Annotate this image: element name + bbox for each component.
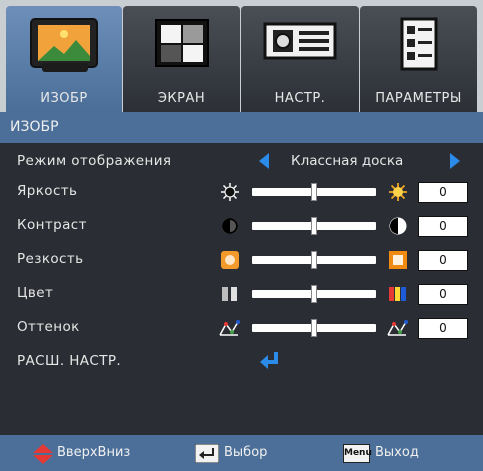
osd-menu: ИЗОБР ЭКРАН НАСТР. ПАРАМЕТРЫ ИЗОБР Режим… (0, 0, 483, 471)
tab-setup[interactable]: НАСТР. (241, 6, 359, 112)
slider-thumb[interactable] (311, 183, 317, 201)
up-down-arrows-icon (33, 444, 53, 468)
sharpness-low-icon (220, 250, 240, 270)
slider-thumb[interactable] (311, 285, 317, 303)
sharpness-slider[interactable] (252, 251, 376, 269)
sharpness-value: 0 (418, 250, 468, 271)
advanced-settings-label: РАСШ. НАСТР. (17, 353, 122, 369)
slider-thumb[interactable] (311, 251, 317, 269)
sharpness-row[interactable]: Резкость 0 (0, 245, 483, 275)
advanced-settings-row[interactable]: РАСШ. НАСТР. (0, 347, 483, 377)
tint-value: 0 (418, 318, 468, 339)
slider-thumb[interactable] (311, 217, 317, 235)
color-label: Цвет (17, 285, 54, 301)
brightness-slider[interactable] (252, 183, 376, 201)
tab-screen[interactable]: ЭКРАН (123, 6, 240, 112)
tint-low-icon (218, 318, 240, 338)
footer-updown-label: ВверхВниз (57, 445, 131, 460)
settings-panel: Режим отображения Классная доска Яркость (0, 143, 483, 435)
projector-icon (262, 16, 338, 70)
contrast-high-icon (388, 216, 408, 236)
display-mode-label: Режим отображения (17, 153, 172, 169)
tab-picture[interactable]: ИЗОБР (6, 6, 122, 112)
picture-icon (28, 16, 100, 80)
options-document-icon (399, 16, 439, 78)
display-mode-value: Классная доска (291, 153, 404, 169)
enter-icon[interactable] (258, 350, 282, 370)
sun-dim-icon (220, 182, 240, 202)
contrast-value: 0 (418, 216, 468, 237)
tab-options[interactable]: ПАРАМЕТРЫ (360, 6, 477, 112)
sun-bright-icon (388, 182, 408, 202)
color-row[interactable]: Цвет 0 (0, 279, 483, 309)
footer-select-label: Выбор (224, 445, 268, 460)
enter-key-icon (194, 443, 220, 467)
footer-exit-label: Выход (375, 445, 419, 460)
menu-key-icon: Menu (343, 444, 372, 463)
arrow-left-icon[interactable] (259, 153, 269, 169)
screen-icon (152, 16, 212, 76)
display-mode-row[interactable]: Режим отображения Классная доска (0, 147, 483, 177)
tab-label: ЭКРАН (157, 91, 206, 106)
tint-row[interactable]: Оттенок 0 (0, 313, 483, 343)
tint-label: Оттенок (17, 319, 80, 335)
color-value: 0 (418, 284, 468, 305)
slider-thumb[interactable] (311, 319, 317, 337)
tint-high-icon (386, 318, 408, 338)
sharpness-high-icon (388, 250, 408, 270)
contrast-row[interactable]: Контраст 0 (0, 211, 483, 241)
contrast-low-icon (220, 216, 240, 236)
color-slider[interactable] (252, 285, 376, 303)
brightness-value: 0 (418, 182, 468, 203)
tab-bar: ИЗОБР ЭКРАН НАСТР. ПАРАМЕТРЫ (0, 0, 483, 112)
tab-label: ПАРАМЕТРЫ (375, 91, 462, 106)
brightness-label: Яркость (17, 183, 78, 199)
color-low-icon (220, 284, 240, 304)
tab-label: ИЗОБР (40, 91, 88, 106)
arrow-right-icon[interactable] (450, 153, 460, 169)
tab-label: НАСТР. (274, 91, 326, 106)
sharpness-label: Резкость (17, 251, 84, 267)
brightness-row[interactable]: Яркость 0 (0, 177, 483, 207)
section-title: ИЗОБР (0, 112, 483, 143)
contrast-label: Контраст (17, 217, 87, 233)
tint-slider[interactable] (252, 319, 376, 337)
color-high-icon (388, 284, 408, 304)
footer-bar: ВверхВниз Выбор Menu Выход (0, 435, 483, 471)
contrast-slider[interactable] (252, 217, 376, 235)
